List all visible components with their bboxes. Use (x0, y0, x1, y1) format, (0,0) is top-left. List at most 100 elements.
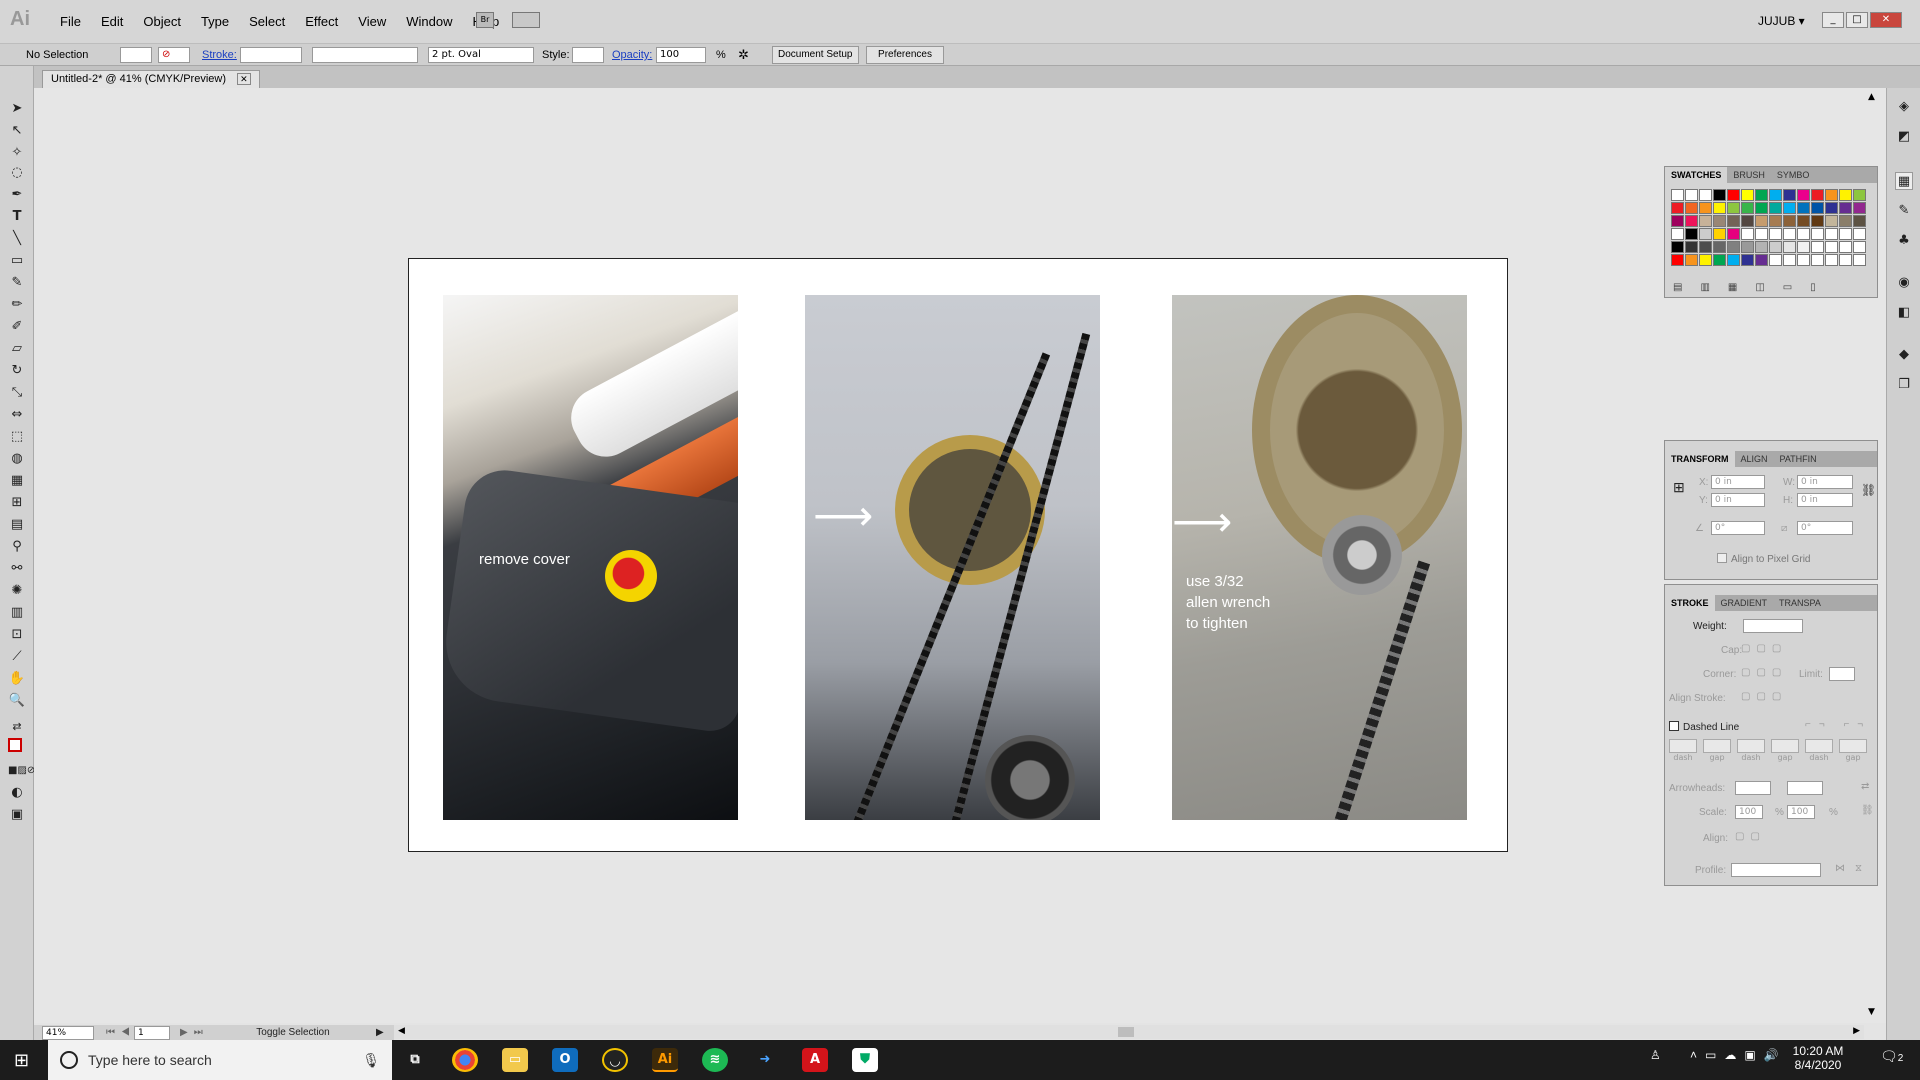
swatch[interactable] (1671, 254, 1684, 266)
swatch[interactable] (1713, 215, 1726, 227)
type-tool-icon[interactable]: T (8, 208, 26, 226)
dash-gap-field[interactable] (1669, 739, 1697, 753)
constrain-proportions-icon[interactable]: ⛓ (1861, 483, 1876, 497)
swatch[interactable] (1699, 241, 1712, 253)
swatch[interactable] (1811, 241, 1824, 253)
column-graph-tool-icon[interactable]: ▥ (8, 604, 26, 622)
swatch[interactable] (1741, 254, 1754, 266)
swatch[interactable] (1713, 228, 1726, 240)
zoom-field[interactable]: 41% (42, 1026, 94, 1040)
scale-tool-icon[interactable]: ⤡ (8, 384, 26, 402)
swatch[interactable] (1853, 202, 1866, 214)
cap-buttons[interactable]: ▢▢▢ (1741, 643, 1787, 654)
swatch[interactable] (1727, 215, 1740, 227)
horizontal-scrollbar[interactable]: ◀ ▶ (394, 1025, 1864, 1039)
artboard-nav-prev-icons[interactable]: ⏮◀ (106, 1027, 136, 1038)
swatch[interactable] (1699, 202, 1712, 214)
close-button[interactable]: ✕ (1870, 12, 1902, 28)
swatch[interactable] (1671, 202, 1684, 214)
swatch[interactable] (1825, 254, 1838, 266)
x-field[interactable]: 0 in (1711, 475, 1765, 489)
swatch[interactable] (1671, 241, 1684, 253)
swatch[interactable] (1797, 189, 1810, 201)
swatch[interactable] (1797, 254, 1810, 266)
direct-selection-tool-icon[interactable]: ↖ (8, 122, 26, 140)
swatch[interactable] (1685, 202, 1698, 214)
photo-remove-cover[interactable]: remove cover (443, 295, 738, 820)
swatch[interactable] (1783, 241, 1796, 253)
swatch[interactable] (1713, 202, 1726, 214)
acrobat-icon[interactable]: A (802, 1048, 828, 1072)
headphones-app-icon[interactable]: ◡ (602, 1048, 628, 1072)
swatch[interactable] (1769, 254, 1782, 266)
swatch[interactable] (1797, 215, 1810, 227)
tab-transform[interactable]: TRANSFORM (1665, 451, 1735, 467)
free-transform-tool-icon[interactable]: ⬚ (8, 428, 26, 446)
chrome-icon[interactable] (452, 1048, 478, 1072)
scale-end-field[interactable]: 100 (1787, 805, 1815, 819)
corner-buttons[interactable]: ▢▢▢ (1741, 667, 1787, 678)
swatch[interactable] (1839, 228, 1852, 240)
shield-app-icon[interactable]: ⛊ (852, 1048, 878, 1072)
swatch[interactable] (1783, 202, 1796, 214)
document-tab[interactable]: Untitled-2* @ 41% (CMYK/Preview) ✕ (42, 70, 260, 88)
microphone-icon[interactable]: 🎙 (362, 1040, 380, 1080)
swatch[interactable] (1699, 189, 1712, 201)
swatch[interactable] (1755, 254, 1768, 266)
swatch[interactable] (1783, 189, 1796, 201)
profile-flip-icons[interactable]: ⋈⧖ (1835, 863, 1872, 874)
scroll-up-icon[interactable]: ▲ (1868, 92, 1875, 102)
tab-transparency[interactable]: TRANSPA (1773, 595, 1827, 611)
swatch[interactable] (1727, 254, 1740, 266)
swatch[interactable] (1839, 215, 1852, 227)
arrowhead-start-dropdown[interactable] (1735, 781, 1771, 795)
swatches-icon[interactable]: ▦ (1895, 172, 1913, 190)
swatch[interactable] (1685, 241, 1698, 253)
menu-object[interactable]: Object (133, 14, 191, 29)
swatch[interactable] (1755, 228, 1768, 240)
system-tray-icons[interactable]: ˄▭☁▣🔊 (1690, 1048, 1787, 1062)
swap-fill-stroke-icon[interactable]: ⇄ (8, 718, 26, 736)
swatch[interactable] (1811, 202, 1824, 214)
tab-pathfinder[interactable]: PATHFIN (1774, 451, 1823, 467)
minimize-button[interactable]: _ (1822, 12, 1844, 28)
opacity-field[interactable]: 100 (656, 47, 706, 63)
swatch[interactable] (1741, 215, 1754, 227)
swatch[interactable] (1755, 202, 1768, 214)
swatch[interactable] (1853, 241, 1866, 253)
outlook-icon[interactable]: O (552, 1048, 578, 1072)
scroll-right-icon[interactable]: ▶ (1853, 1026, 1860, 1036)
swatch[interactable] (1839, 254, 1852, 266)
swatch[interactable] (1825, 215, 1838, 227)
photo-chain-mechanism[interactable]: ⟶ (805, 295, 1100, 820)
rotate-field[interactable]: 0° (1711, 521, 1765, 535)
swatch[interactable] (1685, 228, 1698, 240)
swatch[interactable] (1671, 228, 1684, 240)
scroll-thumb[interactable] (1118, 1027, 1134, 1037)
swatch[interactable] (1755, 241, 1768, 253)
color-guide-icon[interactable]: ◈ (1895, 98, 1913, 116)
symbol-sprayer-tool-icon[interactable]: ✺ (8, 582, 26, 600)
swatch[interactable] (1755, 215, 1768, 227)
dashed-line-checkbox[interactable]: Dashed Line (1669, 721, 1739, 733)
swatch[interactable] (1853, 254, 1866, 266)
stroke-weight-field[interactable] (240, 47, 302, 63)
tab-stroke[interactable]: STROKE (1665, 595, 1715, 611)
align-stroke-buttons[interactable]: ▢▢▢ (1741, 691, 1787, 702)
w-field[interactable]: 0 in (1797, 475, 1853, 489)
dash-alignment-buttons[interactable]: ⌐¬ ⌐¬ (1805, 719, 1871, 730)
swatch[interactable] (1755, 189, 1768, 201)
swatch[interactable] (1811, 228, 1824, 240)
status-menu-arrow-icon[interactable]: ▶ (376, 1027, 384, 1038)
swatch[interactable] (1839, 189, 1852, 201)
brushes-icon[interactable]: ✎ (1895, 202, 1913, 220)
menu-effect[interactable]: Effect (295, 14, 348, 29)
swatch[interactable] (1741, 189, 1754, 201)
dash-gap-field[interactable] (1737, 739, 1765, 753)
swatch[interactable] (1769, 241, 1782, 253)
swatch[interactable] (1853, 215, 1866, 227)
tab-brushes[interactable]: BRUSH (1727, 167, 1771, 183)
file-explorer-icon[interactable]: ▭ (502, 1048, 528, 1072)
perspective-grid-tool-icon[interactable]: ▦ (8, 472, 26, 490)
workspace-switcher[interactable]: JUJUB ▾ (1758, 14, 1805, 28)
